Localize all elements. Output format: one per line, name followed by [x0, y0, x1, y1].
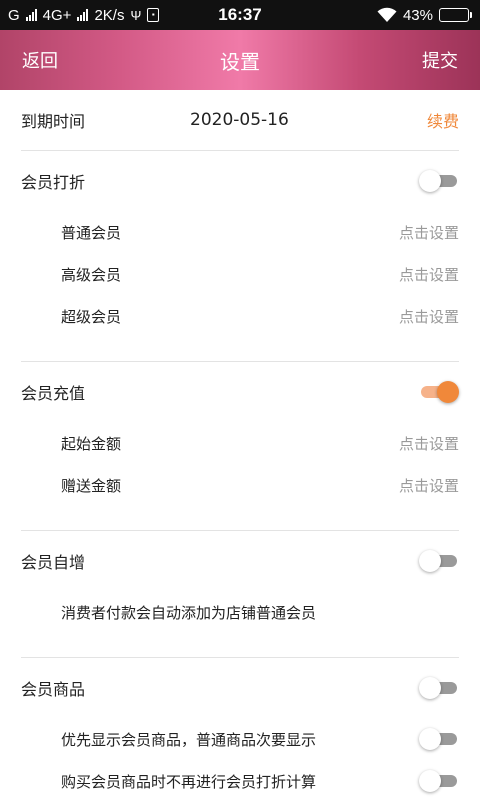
auto-join-toggle[interactable] [419, 549, 459, 573]
goods-option-priority: 优先显示会员商品，普通商品次要显示 [0, 718, 480, 760]
goods-label: 会员商品 [21, 680, 86, 699]
goods-option-priority-toggle[interactable] [419, 727, 459, 751]
expiry-row: 到期时间 2020-05-16 续费 [0, 90, 480, 150]
goods-row: 会员商品 [0, 658, 480, 718]
usb-icon: Ψ [130, 7, 142, 23]
page-title: 设置 [220, 49, 260, 74]
back-button[interactable]: 返回 [22, 47, 58, 73]
title-bar: 返回 设置 提交 [0, 30, 480, 90]
network-label: 4G+ [42, 6, 72, 24]
submit-button[interactable]: 提交 [422, 47, 458, 73]
goods-option-no-discount: 购买会员商品时不再进行会员打折计算 [0, 760, 480, 800]
signal-icon [25, 9, 37, 21]
recharge-label: 会员充值 [21, 384, 86, 403]
status-bar: G 4G+ 2K/s Ψ ▪ 16:37 43% [0, 0, 480, 30]
discount-item-senior[interactable]: 高级会员 点击设置 [0, 253, 480, 295]
expiry-label: 到期时间 [21, 112, 86, 131]
expiry-date: 2020-05-16 [190, 110, 289, 130]
auto-join-description: 消费者付款会自动添加为店铺普通会员 [61, 603, 317, 622]
battery-icon [439, 8, 472, 22]
speed-label: 2K/s [94, 6, 125, 24]
set-link[interactable]: 点击设置 [399, 264, 459, 285]
carrier-label: G [8, 6, 20, 24]
set-link[interactable]: 点击设置 [399, 306, 459, 327]
recharge-row: 会员充值 [0, 362, 480, 422]
discount-item-label: 超级会员 [61, 307, 122, 326]
recharge-item-label: 赠送金额 [61, 476, 122, 495]
recharge-toggle[interactable] [419, 380, 459, 404]
discount-toggle[interactable] [419, 169, 459, 193]
goods-toggle[interactable] [419, 676, 459, 700]
recharge-item-start-amount[interactable]: 起始金额 点击设置 [0, 422, 480, 464]
auto-join-row: 会员自增 [0, 531, 480, 591]
wifi-icon [377, 7, 397, 22]
auto-join-description-row: 消费者付款会自动添加为店铺普通会员 [0, 591, 480, 633]
recharge-item-label: 起始金额 [61, 434, 122, 453]
discount-item-regular[interactable]: 普通会员 点击设置 [0, 211, 480, 253]
set-link[interactable]: 点击设置 [399, 475, 459, 496]
recharge-item-bonus-amount[interactable]: 赠送金额 点击设置 [0, 464, 480, 506]
goods-option-label: 购买会员商品时不再进行会员打折计算 [61, 772, 317, 791]
discount-item-label: 高级会员 [61, 265, 122, 284]
goods-option-label: 优先显示会员商品，普通商品次要显示 [61, 730, 317, 749]
sim-icon: ▪ [147, 8, 160, 22]
battery-percent: 43% [402, 6, 433, 24]
settings-list: 到期时间 2020-05-16 续费 会员打折 普通会员 点击设置 高级会员 点… [0, 90, 480, 800]
discount-item-super[interactable]: 超级会员 点击设置 [0, 295, 480, 337]
renew-button[interactable]: 续费 [427, 108, 459, 132]
discount-label: 会员打折 [21, 173, 86, 192]
set-link[interactable]: 点击设置 [399, 433, 459, 454]
discount-item-label: 普通会员 [61, 223, 122, 242]
status-left: G 4G+ 2K/s Ψ ▪ [8, 7, 377, 24]
set-link[interactable]: 点击设置 [399, 222, 459, 243]
auto-join-label: 会员自增 [21, 553, 86, 572]
goods-option-no-discount-toggle[interactable] [419, 769, 459, 793]
signal-icon-2 [77, 9, 89, 21]
discount-row: 会员打折 [0, 151, 480, 211]
status-right: 43% [377, 7, 472, 24]
